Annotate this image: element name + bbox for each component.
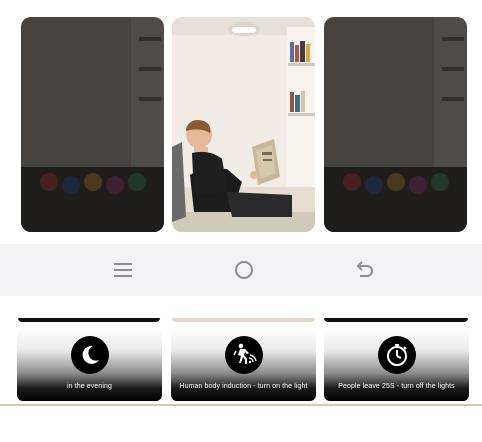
menu-icon [114, 263, 132, 277]
back-button[interactable] [344, 254, 384, 286]
photo-card-left[interactable] [21, 17, 164, 232]
mode-label: People leave 25S - turn off the lights [338, 383, 455, 390]
mode-card-motion-off[interactable]: People leave 25S - turn off the lights [324, 329, 469, 401]
back-icon [356, 261, 373, 277]
timer-icon [377, 336, 416, 374]
card-edge-strip [172, 318, 315, 322]
mode-card-evening[interactable]: in the evening [17, 329, 162, 401]
card-edge-strip [18, 318, 160, 322]
moon-icon [70, 336, 109, 374]
walking-person-sensor-icon [224, 336, 263, 374]
scene-center-image [172, 17, 315, 232]
home-icon [235, 261, 253, 279]
mode-label: Human body induction - turn on the light [179, 383, 308, 390]
card-edge-strip [324, 318, 468, 322]
divider [0, 404, 482, 406]
photo-card-right[interactable] [324, 17, 467, 232]
dim-overlay [21, 17, 164, 232]
mode-label: in the evening [67, 383, 112, 390]
photo-card-center[interactable] [172, 17, 315, 232]
mode-card-motion-on[interactable]: Human body induction - turn on the light [171, 329, 316, 401]
navigation-bar [0, 244, 482, 296]
home-button[interactable] [224, 254, 264, 286]
dim-overlay [324, 17, 467, 232]
menu-button[interactable] [103, 254, 143, 286]
